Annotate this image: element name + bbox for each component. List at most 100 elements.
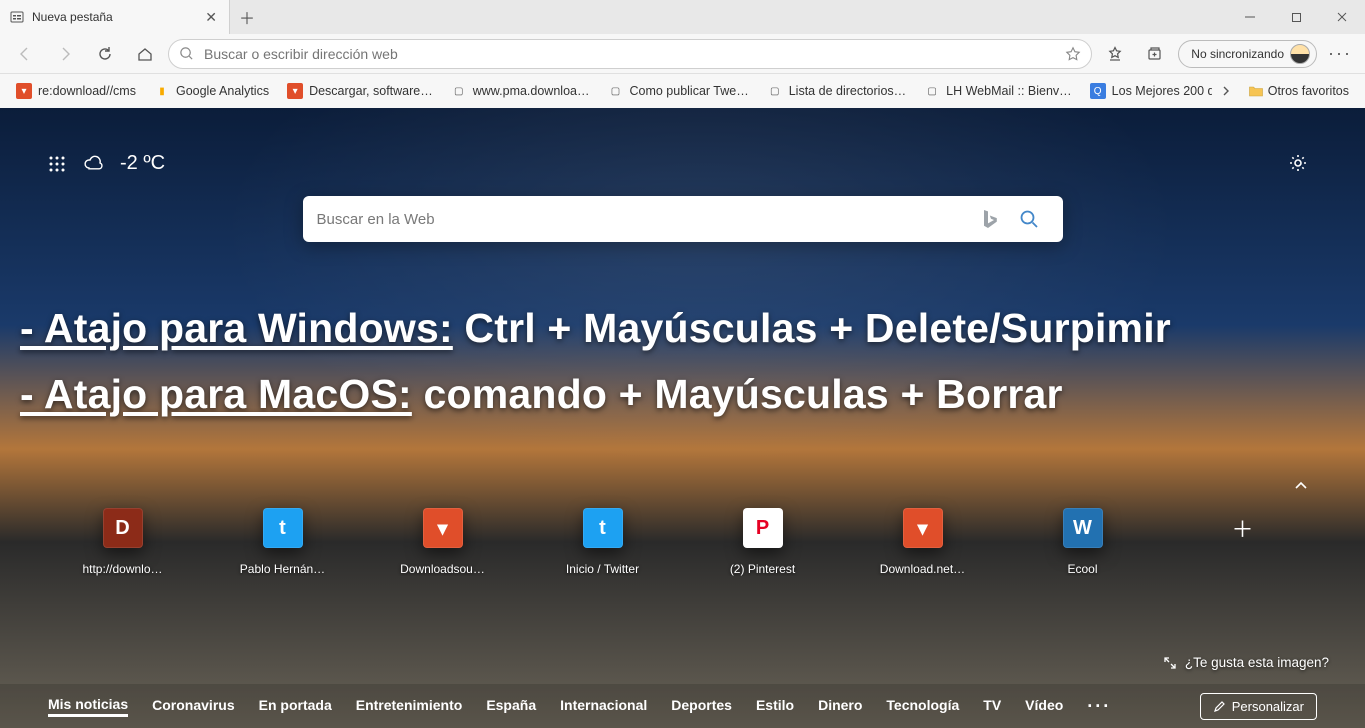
news-nav-item[interactable]: Entretenimiento	[356, 697, 463, 715]
bookmark-item[interactable]: ▾ Descargar, software…	[279, 79, 441, 103]
collections-button[interactable]	[1138, 38, 1172, 70]
menu-button[interactable]: ···	[1323, 38, 1357, 70]
quick-link-icon: ▾	[423, 508, 463, 548]
ntp-search-bar[interactable]	[303, 196, 1063, 242]
news-nav-item[interactable]: Deportes	[671, 697, 732, 715]
profile-label: No sincronizando	[1191, 47, 1284, 61]
quick-link-icon: W	[1063, 508, 1103, 548]
bookmark-favicon-icon: ▾	[16, 83, 32, 99]
news-nav-item[interactable]: Estilo	[756, 697, 794, 715]
profile-button[interactable]: No sincronizando	[1178, 40, 1317, 68]
ntp-search-submit[interactable]	[1009, 209, 1049, 229]
nav-back-button[interactable]	[8, 38, 42, 70]
bookmark-label: Descargar, software…	[309, 84, 433, 98]
quick-link[interactable]: ▾Downloadsou…	[391, 508, 495, 576]
address-bar[interactable]	[168, 39, 1092, 69]
background-feedback[interactable]: ¿Te gusta esta imagen?	[1163, 655, 1329, 670]
quick-link-icon: t	[583, 508, 623, 548]
window-titlebar: Nueva pestaña ✕ ＋	[0, 0, 1365, 34]
window-close-button[interactable]	[1319, 0, 1365, 34]
overlay-line2-label: - Atajo para MacOS:	[20, 371, 412, 417]
ntp-settings-button[interactable]	[1287, 152, 1309, 174]
quick-link-add[interactable]: ＋	[1191, 508, 1295, 576]
favorites-button[interactable]	[1098, 38, 1132, 70]
pencil-icon	[1213, 700, 1226, 713]
bookmark-favicon-icon: ▢	[924, 83, 940, 99]
quick-link-label: Inicio / Twitter	[551, 562, 655, 576]
bookmark-label: LH WebMail :: Bienv…	[946, 84, 1072, 98]
search-icon	[179, 46, 194, 61]
news-nav-item[interactable]: Coronavirus	[152, 697, 234, 715]
bookmarks-overflow-button[interactable]	[1214, 81, 1238, 101]
bing-logo-icon	[969, 208, 1009, 230]
news-nav-item[interactable]: TV	[983, 697, 1001, 715]
quick-link-icon: P	[743, 508, 783, 548]
quick-link-icon: D	[103, 508, 143, 548]
bookmark-item[interactable]: ▾ re:download//cms	[8, 79, 144, 103]
news-nav-item[interactable]: En portada	[259, 697, 332, 715]
new-tab-button[interactable]: ＋	[230, 0, 264, 34]
tab-close-button[interactable]: ✕	[205, 10, 217, 24]
quick-link[interactable]: P (2) Pinterest	[711, 508, 815, 576]
window-maximize-button[interactable]	[1273, 0, 1319, 34]
tab-title: Nueva pestaña	[32, 10, 197, 24]
profile-avatar-icon	[1290, 44, 1310, 64]
bookmark-label: Google Analytics	[176, 84, 269, 98]
ntp-collapse-button[interactable]	[1293, 478, 1309, 494]
favorite-star-icon[interactable]	[1065, 46, 1081, 62]
window-minimize-button[interactable]	[1227, 0, 1273, 34]
bookmark-item[interactable]: ▢Como publicar Twe…	[599, 79, 756, 103]
bookmark-item[interactable]: ▢Lista de directorios…	[759, 79, 914, 103]
quick-link[interactable]: W Ecool	[1031, 508, 1135, 576]
bookmark-favicon-icon: ▢	[767, 83, 783, 99]
personalize-button[interactable]: Personalizar	[1200, 693, 1317, 720]
bookmark-item[interactable]: ▢ www.pma.downloa…	[443, 79, 598, 103]
ntp-top-left: -2 ºC	[48, 152, 165, 175]
quick-link-label: Pablo Hernán…	[231, 562, 335, 576]
nav-home-button[interactable]	[128, 38, 162, 70]
bookmark-item[interactable]: QLos Mejores 200 dir…	[1082, 79, 1212, 103]
news-nav-item[interactable]: Tecnología	[886, 697, 959, 715]
ntp-search-input[interactable]	[317, 211, 969, 228]
quick-links-row: Dhttp://downlo…tPablo Hernán…▾Downloadso…	[0, 508, 1365, 576]
quick-link[interactable]: Dhttp://downlo…	[71, 508, 175, 576]
news-nav: Mis noticias Coronavirus En portada Entrete…	[0, 684, 1365, 728]
bookmark-label: Como publicar Twe…	[629, 84, 748, 98]
nav-forward-button[interactable]	[48, 38, 82, 70]
bookmark-label: www.pma.downloa…	[473, 84, 590, 98]
quick-link[interactable]: ▾Download.net…	[871, 508, 975, 576]
nav-refresh-button[interactable]	[88, 38, 122, 70]
news-nav-item[interactable]: Mis noticias	[48, 696, 128, 717]
bookmark-item[interactable]: ▢ LH WebMail :: Bienv…	[916, 79, 1080, 103]
quick-link[interactable]: t Inicio / Twitter	[551, 508, 655, 576]
plus-icon: ＋	[1223, 508, 1263, 548]
bookmark-item[interactable]: ▮ Google Analytics	[146, 79, 277, 103]
quick-link-icon: ▾	[903, 508, 943, 548]
bookmark-favicon-icon: ▮	[154, 83, 170, 99]
quick-link-label: (2) Pinterest	[711, 562, 815, 576]
news-nav-item[interactable]: Internacional	[560, 697, 647, 715]
bookmark-label: Los Mejores 200 dir…	[1112, 84, 1212, 98]
weather-icon[interactable]	[82, 153, 104, 175]
weather-temp[interactable]: -2 ºC	[120, 152, 165, 175]
news-nav-more[interactable]: ···	[1087, 696, 1111, 717]
background-feedback-label: ¿Te gusta esta imagen?	[1185, 655, 1329, 670]
news-nav-item[interactable]: España	[486, 697, 536, 715]
bookmark-favicon-icon: ▢	[451, 83, 467, 99]
bookmarks-bar: ▾ re:download//cms ▮ Google Analytics ▾ Desca…	[0, 74, 1365, 108]
window-controls	[1227, 0, 1365, 34]
bookmark-label: re:download//cms	[38, 84, 136, 98]
news-nav-item[interactable]: Dinero	[818, 697, 862, 715]
overlay-line1-keys: Ctrl + Mayúsculas + Delete/Surpimir	[453, 305, 1171, 351]
quick-link[interactable]: tPablo Hernán…	[231, 508, 335, 576]
bookmarks-other-folder[interactable]: Otros favoritos	[1240, 79, 1357, 103]
address-input[interactable]	[204, 46, 1055, 62]
new-tab-page: -2 ºC - Atajo para Windows: Ctrl + Mayús…	[0, 108, 1365, 728]
browser-toolbar: No sincronizando ···	[0, 34, 1365, 74]
bookmark-favicon-icon: ▾	[287, 83, 303, 99]
news-nav-item[interactable]: Vídeo	[1025, 697, 1063, 715]
quick-link-label: Ecool	[1031, 562, 1135, 576]
apps-grid-icon[interactable]	[48, 155, 66, 173]
overlay-line1-label: - Atajo para Windows:	[20, 305, 453, 351]
browser-tab-active[interactable]: Nueva pestaña ✕	[0, 0, 230, 34]
